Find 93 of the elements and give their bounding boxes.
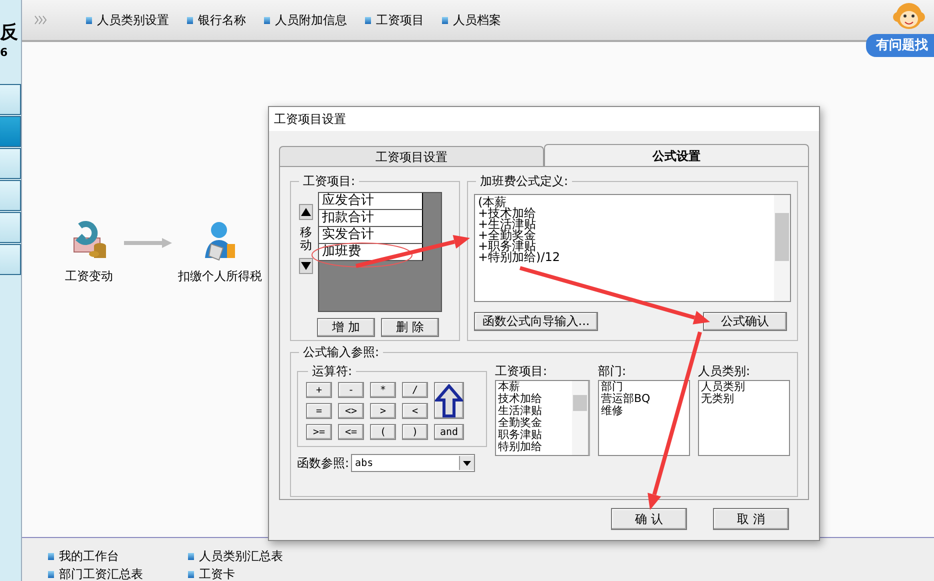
- list-item[interactable]: 营运部BQ: [601, 393, 689, 405]
- confirm-formula-button[interactable]: 公式确认: [703, 312, 787, 331]
- list-item[interactable]: 人员类别: [701, 381, 789, 393]
- link[interactable]: 部门工资汇总表: [59, 566, 143, 581]
- nav-link[interactable]: 人员附加信息: [275, 12, 347, 28]
- nav-link[interactable]: 工资项目: [376, 12, 424, 28]
- move-up-button[interactable]: [299, 204, 313, 220]
- operator-button[interactable]: <=: [338, 424, 364, 440]
- number-fragment: 6: [0, 46, 9, 61]
- bullet-icon: [86, 16, 92, 24]
- list-label: 工资项目:: [495, 363, 548, 380]
- operator-button[interactable]: -: [338, 382, 364, 398]
- operator-button[interactable]: <: [402, 403, 428, 419]
- bullet-icon: [365, 16, 371, 24]
- list-item[interactable]: 维修: [601, 405, 689, 417]
- group-label: 运算符:: [311, 363, 354, 380]
- tab[interactable]: 工资项目设置: [279, 146, 544, 166]
- list-item[interactable]: 生活津贴: [498, 405, 572, 417]
- operator-button[interactable]: ): [402, 424, 428, 440]
- ok-button[interactable]: 确 认: [611, 508, 687, 530]
- list-label: 部门:: [598, 363, 628, 380]
- function-dropdown[interactable]: abs: [351, 454, 476, 472]
- bullet-icon: [188, 553, 194, 560]
- up-triangle-icon: [301, 207, 311, 217]
- down-triangle-icon: [301, 261, 311, 272]
- window-title: 工资项目设置: [269, 107, 819, 131]
- operator-button[interactable]: >: [370, 403, 396, 419]
- list-item[interactable]: 部门: [601, 381, 689, 393]
- chevron-icon: [34, 15, 47, 25]
- operator-button[interactable]: +: [306, 382, 332, 398]
- list-item[interactable]: 技术加给: [498, 393, 572, 405]
- action-button[interactable]: 删 除: [381, 318, 439, 337]
- formula-line: +全勤奖金: [478, 230, 538, 241]
- group-label: 公式输入参照:: [302, 344, 380, 361]
- tab[interactable]: 公式设置: [544, 144, 809, 166]
- up-arrow-icon: [435, 384, 463, 418]
- link[interactable]: 人员类别汇总表: [199, 548, 283, 565]
- bullet-icon: [442, 16, 448, 24]
- help-button[interactable]: 有问题找: [866, 34, 934, 57]
- title-fragment: 反: [0, 21, 19, 45]
- formula-line: +特别加给)/12: [478, 252, 562, 263]
- list-label: 人员类别:: [698, 363, 752, 380]
- list-item[interactable]: 特别加给: [498, 441, 572, 453]
- node-label[interactable]: 扣缴个人所得税: [178, 268, 262, 285]
- nav-link[interactable]: 人员类别设置: [97, 12, 169, 28]
- operator-button[interactable]: (: [370, 424, 396, 440]
- nav-link[interactable]: 人员档案: [453, 12, 501, 28]
- link[interactable]: 我的工作台: [59, 548, 119, 565]
- side-tab[interactable]: [0, 244, 21, 275]
- bullet-icon: [48, 553, 54, 560]
- scrollbar[interactable]: [572, 381, 588, 455]
- node-label[interactable]: 工资变动: [65, 268, 113, 285]
- formula-line: +生活津贴: [478, 219, 538, 230]
- operator-button[interactable]: <>: [338, 403, 364, 419]
- formula-line: (本薪: [478, 197, 507, 208]
- flow-arrow: [124, 238, 172, 248]
- group-label: 加班费公式定义:: [479, 173, 570, 190]
- bullet-icon: [48, 571, 54, 578]
- dropdown-arrow-icon: [463, 460, 472, 466]
- monkey-mascot-icon: [892, 0, 926, 32]
- cancel-button[interactable]: 取 消: [713, 508, 789, 530]
- field-label: 函数参照:: [297, 454, 350, 472]
- action-button[interactable]: 增 加: [317, 318, 375, 337]
- list-item[interactable]: 应发合计: [319, 193, 423, 210]
- wizard-button[interactable]: 函数公式向导输入...: [474, 312, 598, 331]
- operator-button[interactable]: =: [306, 403, 332, 419]
- formula-field[interactable]: (本薪 +技术加给 +生活津贴 +全勤奖金 +职务津贴 +特别加给)/12: [474, 194, 791, 302]
- side-tab[interactable]: [0, 212, 21, 243]
- list-item[interactable]: 无类别: [701, 393, 789, 405]
- bullet-icon: [187, 16, 193, 24]
- scrollbar[interactable]: [774, 195, 790, 301]
- list-item[interactable]: 本薪: [498, 381, 572, 393]
- operator-button[interactable]: *: [370, 382, 396, 398]
- nav-link[interactable]: 银行名称: [198, 12, 246, 28]
- operator-button[interactable]: and: [434, 424, 464, 440]
- list-item[interactable]: 扣款合计: [319, 210, 423, 227]
- bullet-icon: [264, 16, 270, 24]
- group-label: 工资项目:: [302, 173, 356, 190]
- move-down-button[interactable]: [299, 258, 313, 274]
- bullet-icon: [188, 571, 194, 578]
- link[interactable]: 工资卡: [199, 566, 235, 581]
- list-item[interactable]: 实发合计: [319, 227, 423, 244]
- formula-line: +职务津贴: [478, 241, 537, 252]
- list-item[interactable]: 职务津贴: [498, 429, 572, 441]
- insert-button[interactable]: [434, 382, 464, 419]
- side-tab[interactable]: [0, 148, 21, 179]
- list-item[interactable]: 全勤奖金: [498, 417, 572, 429]
- operator-button[interactable]: >=: [306, 424, 332, 440]
- operator-button[interactable]: /: [402, 382, 428, 398]
- side-tab[interactable]: [0, 180, 21, 211]
- move-label: 移动: [300, 226, 312, 252]
- formula-line: +技术加给: [478, 208, 538, 219]
- side-tab[interactable]: [0, 84, 21, 115]
